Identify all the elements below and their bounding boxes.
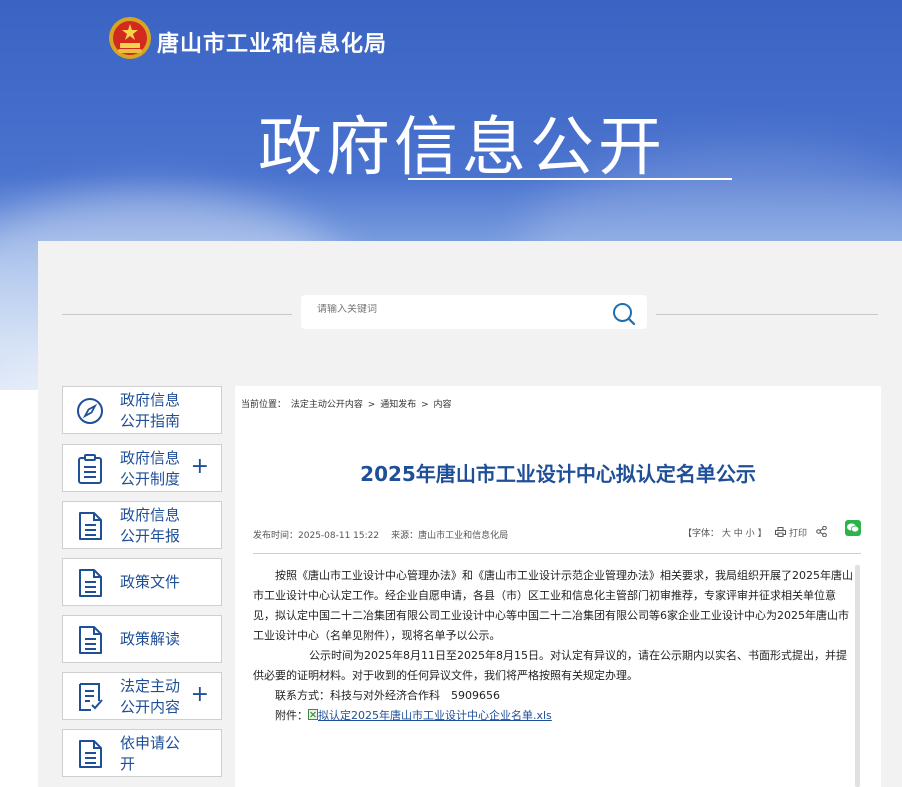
font-size-small[interactable]: 小 [746,529,755,539]
breadcrumb-item[interactable]: 法定主动公开内容 [291,400,363,410]
sidebar-item-annual-report[interactable]: 政府信息公开年报 [62,501,222,549]
national-emblem-icon[interactable] [108,16,152,60]
document-icon [79,512,102,540]
compass-icon [77,398,103,424]
font-size-label: 【字体： [683,529,720,539]
sidebar-item-request-disclosure[interactable]: 依申请公开 [62,729,222,777]
contact-value: 科技与对外经济合作科 5909656 [330,689,500,702]
breadcrumb: 当前位置： 法定主动公开内容 > 通知发布 > 内容 [241,397,454,410]
breadcrumb-item: 内容 [433,400,452,410]
article-body: 按照《唐山市工业设计中心管理办法》和《唐山市工业设计示范企业管理办法》相关要求，… [253,566,853,726]
search-box [301,295,647,329]
sidebar-item-label: 政府信息公开制度 [120,449,181,488]
print-button[interactable]: 打印 [789,529,807,539]
attachment-line: 附件： 拟认定2025年唐山市工业设计中心企业名单.xls [253,706,853,726]
source-value: 唐山市工业和信息化局 [418,531,509,541]
breadcrumb-prefix: 当前位置： [241,400,287,410]
article-paragraph: 公示时间为2025年8月11日至2025年8月15日。对认定有异议的，请在公示期… [253,649,847,682]
checklist-icon [79,683,103,711]
sidebar-item-label: 政府信息公开指南 [120,391,181,430]
wechat-share-icon[interactable] [845,520,861,536]
sidebar-item-disclosure-system[interactable]: 政府信息公开制度 + [62,444,222,492]
sidebar-item-label: 政策文件 [120,573,181,591]
publish-time: 2025-08-11 15:22 [298,531,380,541]
article-paragraph: 按照《唐山市工业设计中心管理办法》和《唐山市工业设计示范企业管理办法》相关要求，… [253,569,853,642]
scrollbar[interactable] [855,565,860,787]
search-input[interactable] [317,304,597,315]
divider [62,314,292,315]
document-icon [79,626,102,654]
document-icon [79,740,102,768]
document-icon [79,569,102,597]
font-size-large[interactable]: 大 [722,529,731,539]
attachment-link[interactable]: 拟认定2025年唐山市工业设计中心企业名单.xls [318,709,552,722]
share-icon[interactable] [815,525,827,538]
contact-line: 联系方式：科技与对外经济合作科 5909656 [253,686,853,706]
printer-icon[interactable] [775,527,787,537]
agency-name[interactable]: 唐山市工业和信息化局 [157,26,387,58]
article-meta: 发布时间：2025-08-11 15:22 来源：唐山市工业和信息化局 [253,528,508,541]
hero-title: 政府信息公开 [258,111,666,185]
breadcrumb-separator: > [367,400,376,410]
excel-file-icon [308,709,318,720]
breadcrumb-item[interactable]: 通知发布 [380,400,416,410]
sidebar-item-label: 政府信息公开年报 [120,506,181,545]
font-size-close: 】 [757,529,767,539]
sidebar-item-label: 法定主动公开内容 [120,677,181,716]
article-tools: 【字体： 大 中 小 】 打印 [683,525,827,539]
expand-plus-icon[interactable]: + [191,456,209,478]
source-label: 来源： [391,531,419,541]
sidebar-item-policy-documents[interactable]: 政策文件 [62,558,222,606]
search-icon[interactable] [611,301,637,327]
sidebar-item-statutory-disclosure[interactable]: 法定主动公开内容 + [62,672,222,720]
sidebar-item-policy-interpretation[interactable]: 政策解读 [62,615,222,663]
clipboard-icon [78,454,102,484]
publish-time-label: 发布时间： [253,531,299,541]
sidebar-item-disclosure-guide[interactable]: 政府信息公开指南 [62,386,222,434]
article-title: 2025年唐山市工业设计中心拟认定名单公示 [360,462,756,486]
font-size-medium[interactable]: 中 [734,529,743,539]
expand-plus-icon[interactable]: + [191,684,209,706]
sidebar-item-label: 政策解读 [120,630,181,648]
attachment-label: 附件： [275,709,308,722]
divider [656,314,878,315]
divider [253,553,861,554]
breadcrumb-separator: > [421,400,429,410]
hero-underline [408,178,732,180]
contact-label: 联系方式： [275,689,330,702]
sidebar-item-label: 依申请公开 [120,734,181,773]
